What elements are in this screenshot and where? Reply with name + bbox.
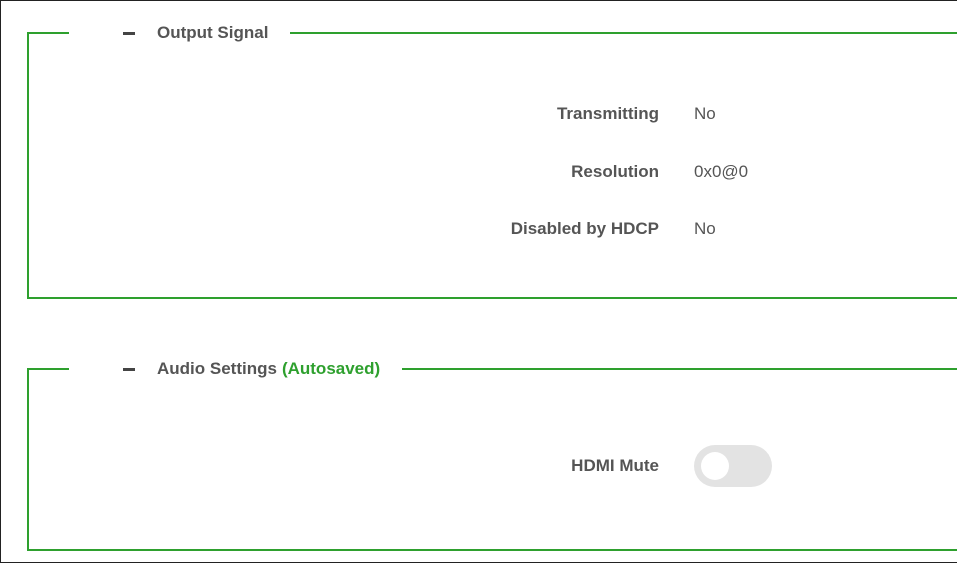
transmitting-row: Transmitting No [27,104,716,124]
window-edge-left [0,0,1,563]
disabled-by-hdcp-row: Disabled by HDCP No [27,219,716,239]
window-edge-top [0,0,957,1]
hdmi-mute-row: HDMI Mute [27,445,772,487]
hdmi-mute-toggle[interactable] [694,445,772,487]
autosaved-indicator: (Autosaved) [281,359,381,378]
audio-settings-header[interactable]: Audio Settings (Autosaved) [69,357,403,381]
resolution-label: Resolution [571,162,659,181]
transmitting-value: No [694,104,716,123]
resolution-row: Resolution 0x0@0 [27,162,748,182]
output-signal-header[interactable]: Output Signal [69,21,291,45]
disabled-by-hdcp-value: No [694,219,716,238]
hdmi-mute-label: HDMI Mute [571,456,659,475]
audio-settings-title: Audio Settings [157,359,277,378]
disabled-by-hdcp-label: Disabled by HDCP [510,219,659,238]
collapse-icon[interactable] [123,32,135,35]
transmitting-label: Transmitting [556,104,659,123]
settings-page: Output Signal Transmitting No Resolution… [0,0,957,563]
resolution-value: 0x0@0 [694,162,749,181]
toggle-knob [701,452,729,480]
output-signal-title: Output Signal [157,23,269,42]
collapse-icon[interactable] [123,368,135,371]
